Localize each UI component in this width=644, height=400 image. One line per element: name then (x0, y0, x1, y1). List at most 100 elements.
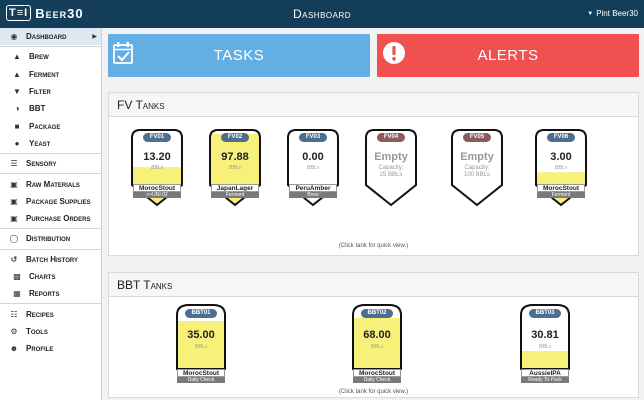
sliders-icon: ☰ (10, 159, 18, 169)
sidebar-item-package-supplies[interactable]: ▣ Package Supplies (0, 193, 101, 210)
fv-tank-fv02[interactable]: FV02 97.88 BBLs JapanLager Ferment (207, 127, 263, 207)
chart-icon: ▩ (13, 272, 21, 281)
panel-title: FV Tanks (109, 93, 638, 117)
flask-icon: ▲ (13, 69, 21, 79)
calendar-check-icon (113, 42, 133, 64)
tank-id-tag: BBT02 (361, 309, 393, 318)
tank-volume: 97.88 (221, 151, 249, 163)
sidebar-item-tools[interactable]: ⚙ Tools (0, 323, 101, 340)
fv-tank-fv05[interactable]: FV05 Empty Capacity: 100 BBLs (449, 127, 505, 207)
sidebar-item-purchase-orders[interactable]: ▣ Purchase Orders (0, 210, 101, 227)
filter-icon: ▼ (13, 87, 21, 97)
bbt-tank-bbt03[interactable]: BBT03 30.81 BBLs AussieIPA Ready To Pack (517, 303, 573, 385)
main-content: TASKS ALERTS FV Tanks (Click tank for qu… (102, 28, 644, 400)
truck-icon: ▣ (10, 179, 18, 189)
tank-unit: BBLs (307, 165, 319, 171)
sidebar-item-charts[interactable]: ▩ Charts (0, 268, 101, 285)
sidebar: ◉ Dashboard ▲ Brew ▲ Ferment ▼ Filter ◑ … (0, 28, 102, 400)
tank-beer-name: PeruAmber (289, 184, 337, 192)
tank-status: Ferment (211, 192, 259, 198)
sidebar-item-reports[interactable]: ▦ Reports (0, 285, 101, 302)
tank-capacity: Capacity: 25 BBLs (363, 165, 419, 179)
truck-icon: ▣ (10, 196, 18, 206)
tank-id-tag: FV05 (463, 133, 491, 142)
sidebar-item-package[interactable]: ■ Package (0, 117, 101, 134)
tank-volume: 3.00 (550, 151, 572, 163)
box-icon: ■ (14, 121, 20, 131)
tank-id-tag: FV06 (547, 133, 575, 142)
sidebar-item-yeast[interactable]: ● Yeast (0, 135, 101, 152)
tank-beer-name: AussieIPA (521, 369, 569, 377)
sidebar-item-ferment[interactable]: ▲ Ferment (0, 66, 101, 83)
tank-fill-level (521, 351, 569, 369)
tank-unit: BBLs (151, 165, 163, 171)
fv-tank-fv01[interactable]: FV01 13.20 BBLs MorocStout >>UNI 02 (129, 127, 185, 207)
sidebar-item-label: Ferment (29, 69, 60, 79)
capacity-label: Capacity: (378, 165, 404, 171)
sidebar-item-label: Brew (29, 52, 49, 62)
bbt-tank-bbt02[interactable]: BBT02 68.00 BBLs MorocStout Daily Check (349, 303, 405, 385)
page-title: Dashboard (292, 7, 352, 21)
sidebar-item-brew[interactable]: ▲ Brew (0, 48, 101, 65)
sidebar-item-label: Charts (29, 272, 56, 281)
fv-tank-fv06[interactable]: FV06 3.00 BBLs MorocStout Ferment (533, 127, 589, 207)
divider (0, 173, 101, 175)
sidebar-item-sensory[interactable]: ☰ Sensory (0, 155, 101, 172)
sidebar-item-label: Recipes (26, 309, 54, 319)
tank-volume: 68.00 (363, 329, 391, 341)
tank-unit: BBLs (539, 344, 551, 350)
alerts-button[interactable]: ALERTS (377, 34, 639, 77)
tank-unit: BBLs (555, 165, 567, 171)
divider (0, 153, 101, 155)
sidebar-item-recipes[interactable]: ☷ Recipes (0, 305, 101, 322)
tank-id-tag: FV02 (221, 133, 249, 142)
yeast-icon: ● (14, 138, 20, 148)
tank-beer-name: MorocStout (537, 184, 585, 192)
sidebar-item-label: Sensory (26, 159, 57, 169)
tank-unit: BBLs (229, 165, 241, 171)
alerts-label: ALERTS (477, 47, 539, 64)
fv-tanks-body: (Click tank for quick view.) FV01 13.20 BB… (109, 117, 638, 255)
tank-beer-name: JapanLager (211, 184, 259, 192)
quick-view-hint: (Click tank for quick view.) (338, 389, 409, 395)
tank-id-tag: FV01 (143, 133, 171, 142)
sidebar-item-label: Reports (29, 289, 60, 299)
fv-tank-fv04[interactable]: FV04 Empty Capacity: 25 BBLs (363, 127, 419, 207)
divider (0, 248, 101, 250)
gear-icon: ⚙ (10, 326, 18, 336)
capacity-label: Capacity: (464, 165, 490, 171)
history-icon: ↺ (10, 254, 18, 264)
divider (0, 228, 101, 230)
sidebar-item-distribution[interactable]: ◯ Distribution (0, 230, 101, 247)
user-menu[interactable]: ▼ Pint Beer30 (587, 9, 638, 18)
tank-volume: 13.20 (143, 151, 171, 163)
sidebar-item-label: Package Supplies (26, 196, 91, 206)
sidebar-item-bbt[interactable]: ◑ BBT (0, 100, 101, 117)
sidebar-item-filter[interactable]: ▼ Filter (0, 83, 101, 100)
sidebar-item-profile[interactable]: ☻ Profile (0, 340, 101, 357)
divider (0, 303, 101, 305)
bbt-tank-bbt01[interactable]: BBT01 35.00 BBLs MorocStout Daily Check (173, 303, 229, 385)
tank-volume: 0.00 (302, 151, 324, 163)
tank-status: Daily Check (177, 377, 225, 383)
tank-id-tag: FV04 (377, 133, 405, 142)
tank-volume: 30.81 (531, 329, 559, 341)
tank-volume: 35.00 (187, 329, 215, 341)
sidebar-item-label: Filter (29, 87, 51, 97)
panel-title: BBT Tanks (109, 273, 638, 297)
fv-tank-fv03[interactable]: FV03 0.00 BBLs PeruAmber Brew (285, 127, 341, 207)
bbt-tanks-body: (Click tank for quick view.) BBT01 35.00 B… (109, 297, 638, 397)
tasks-button[interactable]: TASKS (108, 34, 370, 77)
tank-beer-name: MorocStout (133, 184, 181, 192)
half-circle-icon: ◑ (14, 104, 20, 114)
user-name: Pint Beer30 (596, 9, 638, 18)
sidebar-item-label: Raw Materials (26, 179, 80, 189)
sidebar-item-label: Purchase Orders (26, 214, 91, 224)
tank-volume: Empty (460, 151, 494, 163)
sidebar-item-batch-history[interactable]: ↺ Batch History (0, 251, 101, 268)
sidebar-item-raw-materials[interactable]: ▣ Raw Materials (0, 175, 101, 192)
sidebar-item-dashboard[interactable]: ◉ Dashboard (0, 28, 101, 46)
user-icon: ☻ (9, 344, 19, 354)
tank-beer-name: MorocStout (353, 369, 401, 377)
fv-tanks-panel: FV Tanks (Click tank for quick view.) FV… (108, 92, 639, 256)
